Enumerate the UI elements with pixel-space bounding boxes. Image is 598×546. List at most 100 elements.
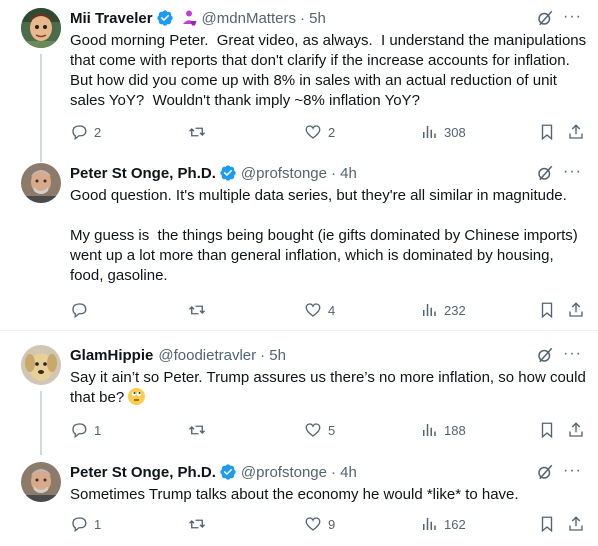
views-icon [423, 304, 436, 316]
avatar[interactable] [21, 163, 61, 203]
action-bar: 1 9 162 [70, 515, 590, 535]
grok-icon[interactable] [536, 164, 554, 182]
divider [0, 330, 598, 331]
views-button[interactable]: 308 [420, 123, 466, 141]
share-button[interactable] [567, 301, 585, 319]
view-count: 308 [444, 124, 466, 140]
repost-button[interactable] [188, 421, 212, 439]
like-icon [305, 423, 321, 437]
bookmark-icon [541, 302, 553, 319]
share-button[interactable] [567, 123, 585, 141]
tweet-header: GlamHippie @foodietravler · 5h [70, 345, 286, 365]
reply-count: 1 [94, 422, 102, 438]
reply-button[interactable]: 2 [70, 123, 101, 141]
more-icon[interactable]: ··· [563, 163, 582, 181]
rolling-eyes-emoji-icon [128, 388, 146, 405]
views-button[interactable]: 188 [420, 421, 466, 439]
bookmark-button[interactable] [538, 515, 556, 533]
more-icon[interactable]: ··· [563, 462, 582, 480]
action-bar: 1 5 188 [70, 421, 590, 441]
views-icon [423, 126, 436, 138]
avatar[interactable] [21, 8, 61, 48]
reply-count: 1 [94, 516, 102, 532]
like-count: 2 [328, 124, 336, 140]
repost-icon [189, 519, 205, 529]
display-name[interactable]: GlamHippie [70, 347, 153, 364]
grok-icon[interactable] [536, 9, 554, 27]
display-name[interactable]: Mii Traveler [70, 10, 153, 27]
verified-icon [220, 464, 236, 480]
repost-icon [189, 425, 205, 435]
views-icon [423, 518, 436, 530]
timestamp[interactable]: · 5h [300, 10, 326, 27]
tweet-header: Peter St Onge, Ph.D. @profstonge · 4h [70, 462, 357, 482]
share-icon [569, 516, 583, 531]
grok-icon[interactable] [536, 463, 554, 481]
repost-button[interactable] [188, 301, 212, 319]
view-count: 188 [444, 422, 466, 438]
tweet-text: Say it ain’t so Peter. Trump assures us … [70, 368, 590, 408]
display-name[interactable]: Peter St Onge, Ph.D. [70, 464, 216, 481]
repost-icon [189, 305, 205, 315]
share-button[interactable] [567, 515, 585, 533]
display-name[interactable]: Peter St Onge, Ph.D. [70, 165, 216, 182]
share-button[interactable] [567, 421, 585, 439]
reply-button[interactable]: 1 [70, 421, 101, 439]
tweet-header: Peter St Onge, Ph.D. @profstonge · 4h [70, 163, 357, 183]
reply-icon [72, 517, 87, 533]
handle[interactable]: @profstonge [241, 464, 327, 481]
tweet-header: Mii Traveler @mdnMatters · 5h [70, 8, 326, 28]
share-icon [569, 302, 583, 317]
like-count: 9 [328, 516, 336, 532]
like-icon [305, 125, 321, 139]
verified-icon [156, 10, 173, 26]
repost-button[interactable] [188, 515, 212, 533]
tweet-text: Sometimes Trump talks about the economy … [70, 486, 519, 503]
handle[interactable]: @foodietravler [158, 347, 256, 364]
reply-count: 2 [94, 124, 102, 140]
like-button[interactable]: 4 [304, 301, 335, 319]
share-icon [569, 124, 583, 139]
bookmark-button[interactable] [538, 421, 556, 439]
repost-icon [189, 127, 205, 137]
bookmark-button[interactable] [538, 301, 556, 319]
handle[interactable]: @profstonge [241, 165, 327, 182]
views-button[interactable]: 162 [420, 515, 466, 533]
verified-icon [220, 165, 236, 181]
like-count: 4 [328, 302, 336, 318]
avatar[interactable] [21, 345, 61, 385]
avatar[interactable] [21, 462, 61, 502]
more-icon[interactable]: ··· [563, 345, 582, 363]
bookmark-button[interactable] [538, 123, 556, 141]
like-icon [305, 303, 321, 317]
timestamp[interactable]: · 4h [331, 165, 357, 182]
views-icon [423, 424, 436, 436]
bookmark-icon [541, 422, 553, 439]
like-count: 5 [328, 422, 336, 438]
like-button[interactable]: 9 [304, 515, 335, 533]
views-button[interactable]: 232 [420, 301, 466, 319]
tweet-text-body: Say it ain’t so Peter. Trump assures us … [70, 369, 590, 406]
timestamp[interactable]: · 5h [260, 347, 286, 364]
handle[interactable]: @mdnMatters [202, 10, 296, 27]
reply-button[interactable] [70, 301, 94, 319]
more-icon[interactable]: ··· [563, 8, 582, 26]
like-button[interactable]: 2 [304, 123, 335, 141]
action-bar: 4 232 [70, 301, 590, 321]
view-count: 232 [444, 302, 466, 318]
like-icon [305, 517, 321, 531]
timestamp[interactable]: · 4h [331, 464, 357, 481]
thread-line [40, 54, 42, 162]
repost-button[interactable] [188, 123, 212, 141]
tweet-text: Good morning Peter. Great video, as alwa… [70, 32, 591, 109]
affiliate-badge-icon [182, 10, 197, 26]
reply-icon [72, 125, 87, 141]
thread-line [40, 391, 42, 455]
grok-icon[interactable] [536, 346, 554, 364]
view-count: 162 [444, 516, 466, 532]
action-bar: 2 2 308 [70, 123, 590, 143]
reply-icon [72, 423, 87, 439]
like-button[interactable]: 5 [304, 421, 335, 439]
reply-icon [72, 303, 87, 319]
reply-button[interactable]: 1 [70, 515, 101, 533]
